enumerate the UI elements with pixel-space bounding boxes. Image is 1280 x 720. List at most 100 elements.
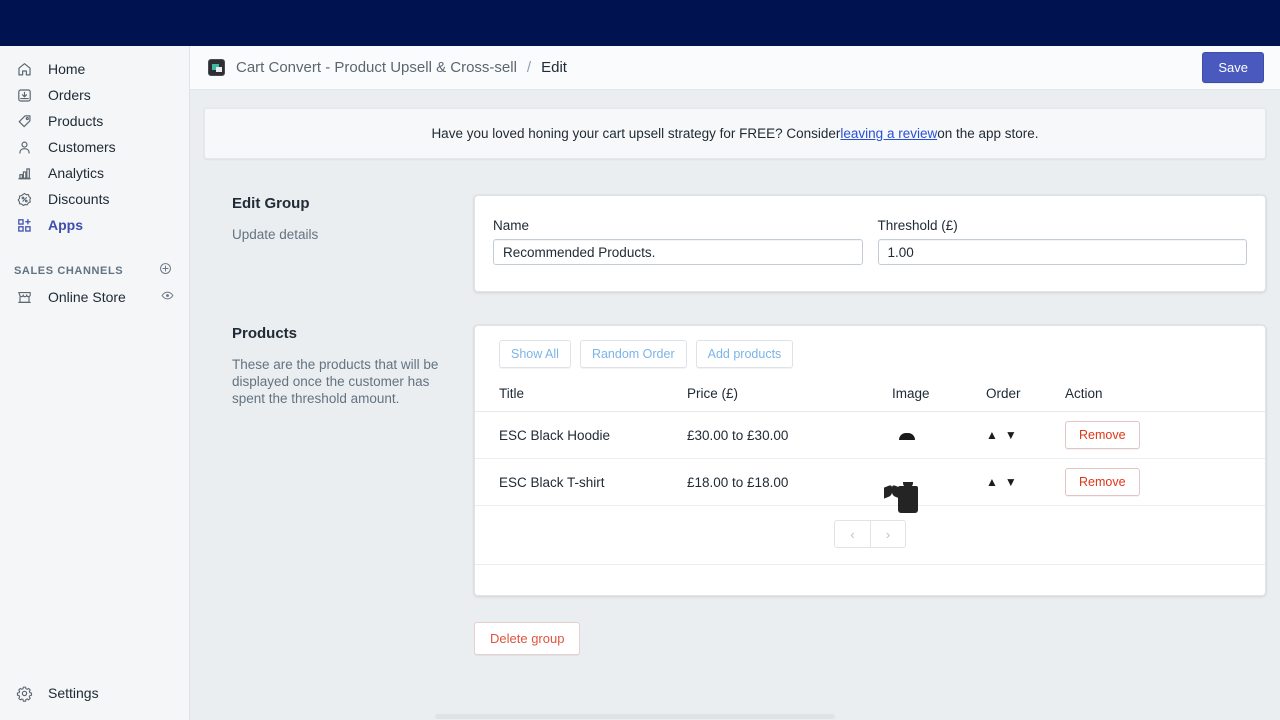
global-top-bar	[0, 0, 1280, 46]
breadcrumb-separator: /	[527, 59, 531, 76]
delete-group-button[interactable]: Delete group	[474, 622, 580, 655]
column-header-price: Price (£)	[687, 368, 892, 412]
products-tag-icon	[14, 111, 34, 131]
sidebar-item-orders[interactable]: Orders	[8, 82, 181, 108]
banner-text-before: Have you loved honing your cart upsell s…	[431, 126, 840, 141]
column-header-action: Action	[1065, 368, 1265, 412]
threshold-field-group: Threshold (£)	[878, 218, 1248, 265]
sidebar-item-home[interactable]: Home	[8, 56, 181, 82]
edit-group-description-column: Edit Group Update details	[204, 195, 474, 292]
threshold-input[interactable]	[878, 239, 1248, 265]
product-image-cell	[892, 459, 986, 506]
plus-circle-icon[interactable]	[158, 261, 173, 281]
products-table-head: Title Price (£) Image Order Action	[475, 368, 1265, 412]
remove-button[interactable]: Remove	[1065, 468, 1140, 496]
sidebar-section-sales-channels: SALES CHANNELS	[0, 258, 189, 284]
add-products-button[interactable]: Add products	[696, 340, 794, 368]
delete-group-section: Delete group	[190, 622, 1280, 655]
product-title: ESC Black T-shirt	[475, 459, 687, 506]
pagination-prev-button[interactable]: ‹	[834, 520, 870, 548]
sidebar-item-analytics[interactable]: Analytics	[8, 160, 181, 186]
name-input[interactable]	[493, 239, 863, 265]
pagination: ‹ ›	[834, 520, 906, 548]
column-header-order: Order	[986, 368, 1065, 412]
threshold-label: Threshold (£)	[878, 218, 1248, 233]
sidebar-item-online-store[interactable]: Online Store	[8, 284, 181, 310]
sidebar-item-label: Apps	[48, 217, 83, 233]
products-toolbar: Show All Random Order Add products	[475, 326, 1265, 368]
banner-text-after: on the app store.	[937, 126, 1038, 141]
main-content: Cart Convert - Product Upsell & Cross-se…	[190, 46, 1280, 720]
sidebar-item-label: Home	[48, 61, 85, 77]
random-order-button[interactable]: Random Order	[580, 340, 687, 368]
column-header-title: Title	[475, 368, 687, 412]
product-title: ESC Black Hoodie	[475, 412, 687, 459]
move-down-icon[interactable]: ▼	[1005, 476, 1017, 488]
horizontal-scrollbar[interactable]	[190, 713, 1280, 720]
review-banner: Have you loved honing your cart upsell s…	[204, 108, 1266, 159]
sidebar-footer: Settings	[0, 680, 190, 706]
table-row: ESC Black Hoodie £30.00 to £30.00 ▲ ▼	[475, 412, 1265, 459]
eye-icon[interactable]	[160, 288, 175, 306]
sidebar-item-apps[interactable]: Apps	[8, 212, 181, 238]
products-table-body: ESC Black Hoodie £30.00 to £30.00 ▲ ▼	[475, 412, 1265, 506]
products-subtext: These are the products that will be disp…	[232, 356, 454, 407]
breadcrumb-app-link[interactable]: Cart Convert - Product Upsell & Cross-se…	[236, 59, 517, 76]
apps-grid-icon	[14, 215, 34, 235]
edit-group-section: Edit Group Update details Name Threshold…	[190, 195, 1280, 292]
sidebar: Home Orders Products	[0, 46, 190, 720]
sidebar-item-label: Online Store	[48, 289, 126, 305]
analytics-bar-icon	[14, 163, 34, 183]
product-image-cell	[892, 412, 986, 459]
sidebar-item-label: Customers	[48, 139, 116, 155]
product-price: £18.00 to £18.00	[687, 459, 892, 506]
product-order-cell: ▲ ▼	[986, 412, 1065, 459]
edit-group-heading: Edit Group	[232, 195, 454, 212]
column-header-image: Image	[892, 368, 986, 412]
products-heading: Products	[232, 325, 454, 342]
sidebar-item-discounts[interactable]: Discounts	[8, 186, 181, 212]
product-action-cell: Remove	[1065, 459, 1265, 506]
product-order-cell: ▲ ▼	[986, 459, 1065, 506]
sidebar-item-settings[interactable]: Settings	[8, 680, 182, 706]
products-card-footer	[475, 565, 1265, 595]
move-up-icon[interactable]: ▲	[986, 476, 998, 488]
name-label: Name	[493, 218, 863, 233]
sidebar-item-label: Settings	[48, 685, 99, 701]
save-button[interactable]: Save	[1202, 52, 1264, 83]
product-action-cell: Remove	[1065, 412, 1265, 459]
table-row: ESC Black T-shirt £18.00 to £18.00 ▲	[475, 459, 1265, 506]
move-up-icon[interactable]: ▲	[986, 429, 998, 441]
delete-row-spacer	[204, 622, 474, 655]
customers-icon	[14, 137, 34, 157]
products-card: Show All Random Order Add products Title…	[474, 325, 1266, 596]
edit-group-card: Name Threshold (£)	[474, 195, 1266, 292]
name-field-group: Name	[493, 218, 863, 265]
products-description-column: Products These are the products that wil…	[204, 325, 474, 596]
products-table: Title Price (£) Image Order Action ESC B…	[475, 368, 1265, 506]
breadcrumb-current: Edit	[541, 59, 567, 76]
pagination-next-button[interactable]: ›	[870, 520, 906, 548]
discounts-percent-icon	[14, 189, 34, 209]
sidebar-item-label: Orders	[48, 87, 91, 103]
scroll-content: Have you loved honing your cart upsell s…	[190, 108, 1280, 655]
orders-icon	[14, 85, 34, 105]
sidebar-item-customers[interactable]: Customers	[8, 134, 181, 160]
show-all-button[interactable]: Show All	[499, 340, 571, 368]
storefront-icon	[14, 287, 34, 307]
edit-group-subtext: Update details	[232, 226, 454, 243]
sales-channels-title: SALES CHANNELS	[14, 265, 123, 277]
gear-icon	[14, 683, 34, 703]
sidebar-item-products[interactable]: Products	[8, 108, 181, 134]
leave-review-link[interactable]: leaving a review	[840, 126, 937, 141]
move-down-icon[interactable]: ▼	[1005, 429, 1017, 441]
pagination-container: ‹ ›	[475, 506, 1265, 565]
app-logo-icon	[208, 59, 225, 76]
home-icon	[14, 59, 34, 79]
sidebar-nav: Home Orders Products	[0, 46, 189, 310]
page-header: Cart Convert - Product Upsell & Cross-se…	[190, 46, 1280, 90]
remove-button[interactable]: Remove	[1065, 421, 1140, 449]
sidebar-item-label: Analytics	[48, 165, 104, 181]
scrollbar-thumb[interactable]	[435, 714, 835, 719]
edit-group-fields: Name Threshold (£)	[475, 196, 1265, 291]
